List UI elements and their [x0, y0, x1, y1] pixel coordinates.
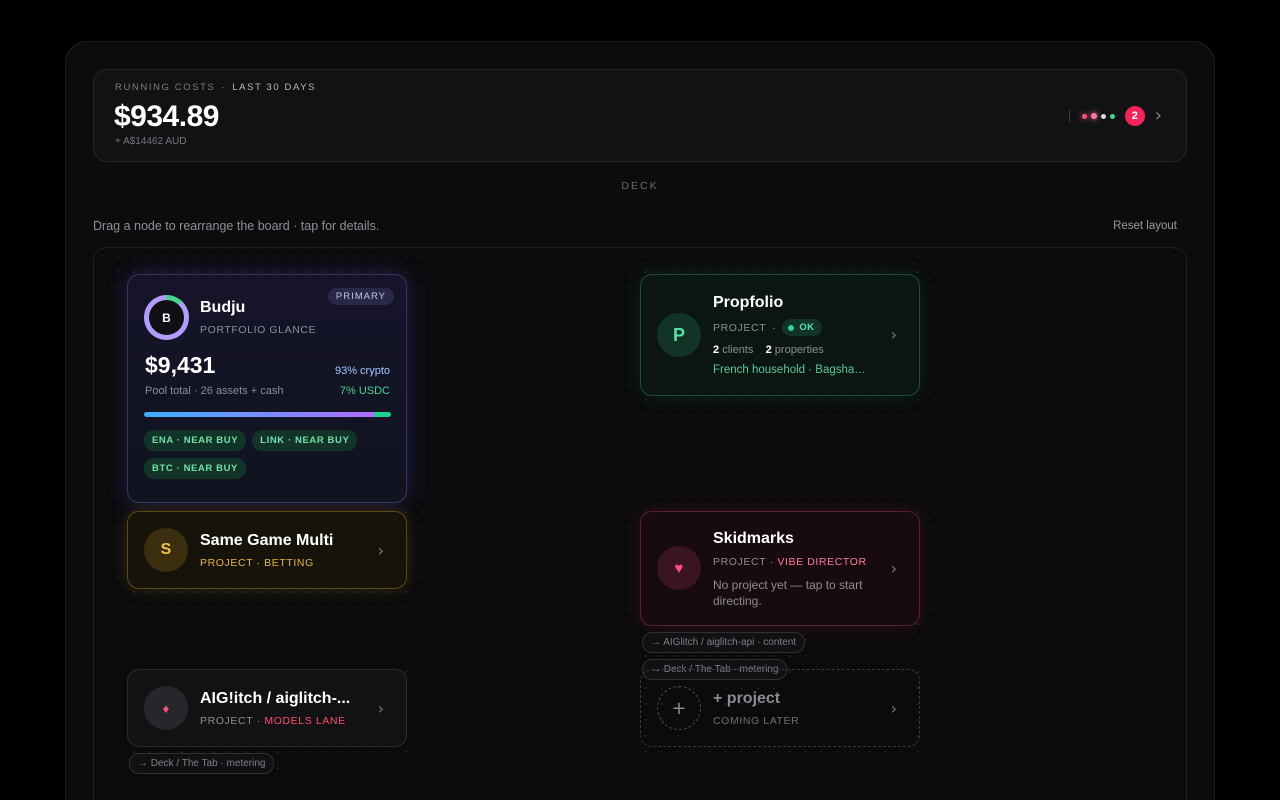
allocation-bar-crypto [144, 412, 374, 417]
diamond-icon: ♦ [144, 686, 188, 730]
signal-chip[interactable]: LINK · NEAR BUY [252, 430, 358, 451]
node-skidmarks[interactable]: ♥ Skidmarks PROJECT · VIBE DIRECTOR No p… [640, 511, 920, 626]
allocation-bar [144, 412, 391, 417]
add-project-button[interactable]: + + project COMING LATER › [640, 669, 920, 747]
budju-pool: Pool total · 26 assets + cash [145, 385, 284, 397]
budju-amount: $9,431 [145, 352, 216, 378]
running-costs-label: RUNNING COSTS · LAST 30 DAYS [115, 82, 317, 93]
chevron-right-icon[interactable]: › [891, 699, 897, 718]
plus-icon: + [657, 686, 701, 730]
link-tag[interactable]: → AIGlitch / aiglitch-api · content [642, 632, 806, 653]
status-dot [1090, 113, 1097, 119]
skidmarks-desc: No project yet — tap to start directing. [713, 578, 863, 608]
status-dot [1081, 113, 1087, 119]
add-project-title: + project [713, 690, 781, 707]
chevron-right-icon[interactable]: › [891, 559, 897, 578]
reset-layout-button[interactable]: Reset layout [1113, 220, 1177, 232]
chevron-right-icon[interactable]: › [378, 541, 384, 560]
status-badge: OK [782, 319, 823, 336]
node-propfolio[interactable]: P Propfolio PROJECT · OK 2 clients 2 pro… [640, 274, 920, 396]
primary-badge: PRIMARY [327, 288, 394, 305]
chevron-right-icon[interactable]: › [378, 699, 384, 718]
status-dot [1100, 113, 1106, 119]
deck-title: DECK [621, 180, 659, 192]
add-project-subtitle: COMING LATER [713, 715, 800, 727]
status-dot [788, 324, 795, 331]
status-dot [1109, 113, 1115, 119]
heart-icon: ♥ [657, 546, 701, 590]
chevron-right-icon[interactable]: › [891, 325, 897, 344]
costs-status: 2 › [1068, 106, 1162, 126]
signal-chip[interactable]: BTC · NEAR BUY [144, 458, 246, 479]
signal-chips: ENA · NEAR BUY LINK · NEAR BUY BTC · NEA… [144, 430, 394, 479]
sgm-subtitle: PROJECT · BETTING [200, 557, 314, 569]
running-costs-amount: $934.89 [114, 100, 219, 133]
skidmarks-meta: PROJECT · VIBE DIRECTOR [713, 556, 867, 568]
budju-avatar: B [149, 300, 184, 335]
allocation-bar-usdc [373, 412, 391, 417]
skidmarks-title: Skidmarks [713, 530, 794, 547]
chevron-right-icon[interactable]: › [1155, 107, 1162, 125]
status-dots [1081, 113, 1115, 119]
allocation-ring: B [144, 295, 189, 340]
aiglitch-title: AIG!itch / aiglitch-... [200, 690, 351, 707]
budju-title: Budju [200, 299, 246, 316]
propfolio-stats: 2 clients 2 properties [713, 344, 824, 356]
period-label: LAST 30 DAYS [232, 82, 317, 93]
divider [1068, 110, 1070, 122]
sgm-avatar: S [144, 528, 188, 572]
propfolio-desc: French household · Bagsha… [713, 364, 866, 376]
node-budju[interactable]: B Budju PORTFOLIO GLANCE PRIMARY $9,431 … [127, 274, 407, 503]
budju-subtitle: PORTFOLIO GLANCE [200, 324, 317, 336]
budju-usdc-pct: 7% USDC [339, 385, 390, 397]
node-aiglitch[interactable]: ♦ AIG!itch / aiglitch-... PROJECT · MODE… [127, 669, 407, 747]
budju-crypto-pct: 93% crypto [334, 365, 390, 377]
propfolio-meta: PROJECT · OK [713, 319, 823, 336]
node-same-game-multi[interactable]: S Same Game Multi PROJECT · BETTING › [127, 511, 407, 589]
signal-chip[interactable]: ENA · NEAR BUY [144, 430, 247, 451]
running-costs-panel[interactable]: RUNNING COSTS · LAST 30 DAYS $934.89 + A$1… [93, 69, 1187, 162]
board-hint: Drag a node to rearrange the board · tap… [93, 219, 380, 233]
running-costs-aud: + A$14462 AUD [115, 136, 187, 147]
link-tag[interactable]: → Deck / The Tab · metering [129, 753, 275, 774]
alert-count-badge: 2 [1124, 106, 1145, 126]
propfolio-title: Propfolio [713, 294, 784, 311]
aiglitch-meta: PROJECT · MODELS LANE [200, 715, 346, 727]
sgm-title: Same Game Multi [200, 532, 334, 549]
propfolio-avatar: P [657, 313, 701, 357]
